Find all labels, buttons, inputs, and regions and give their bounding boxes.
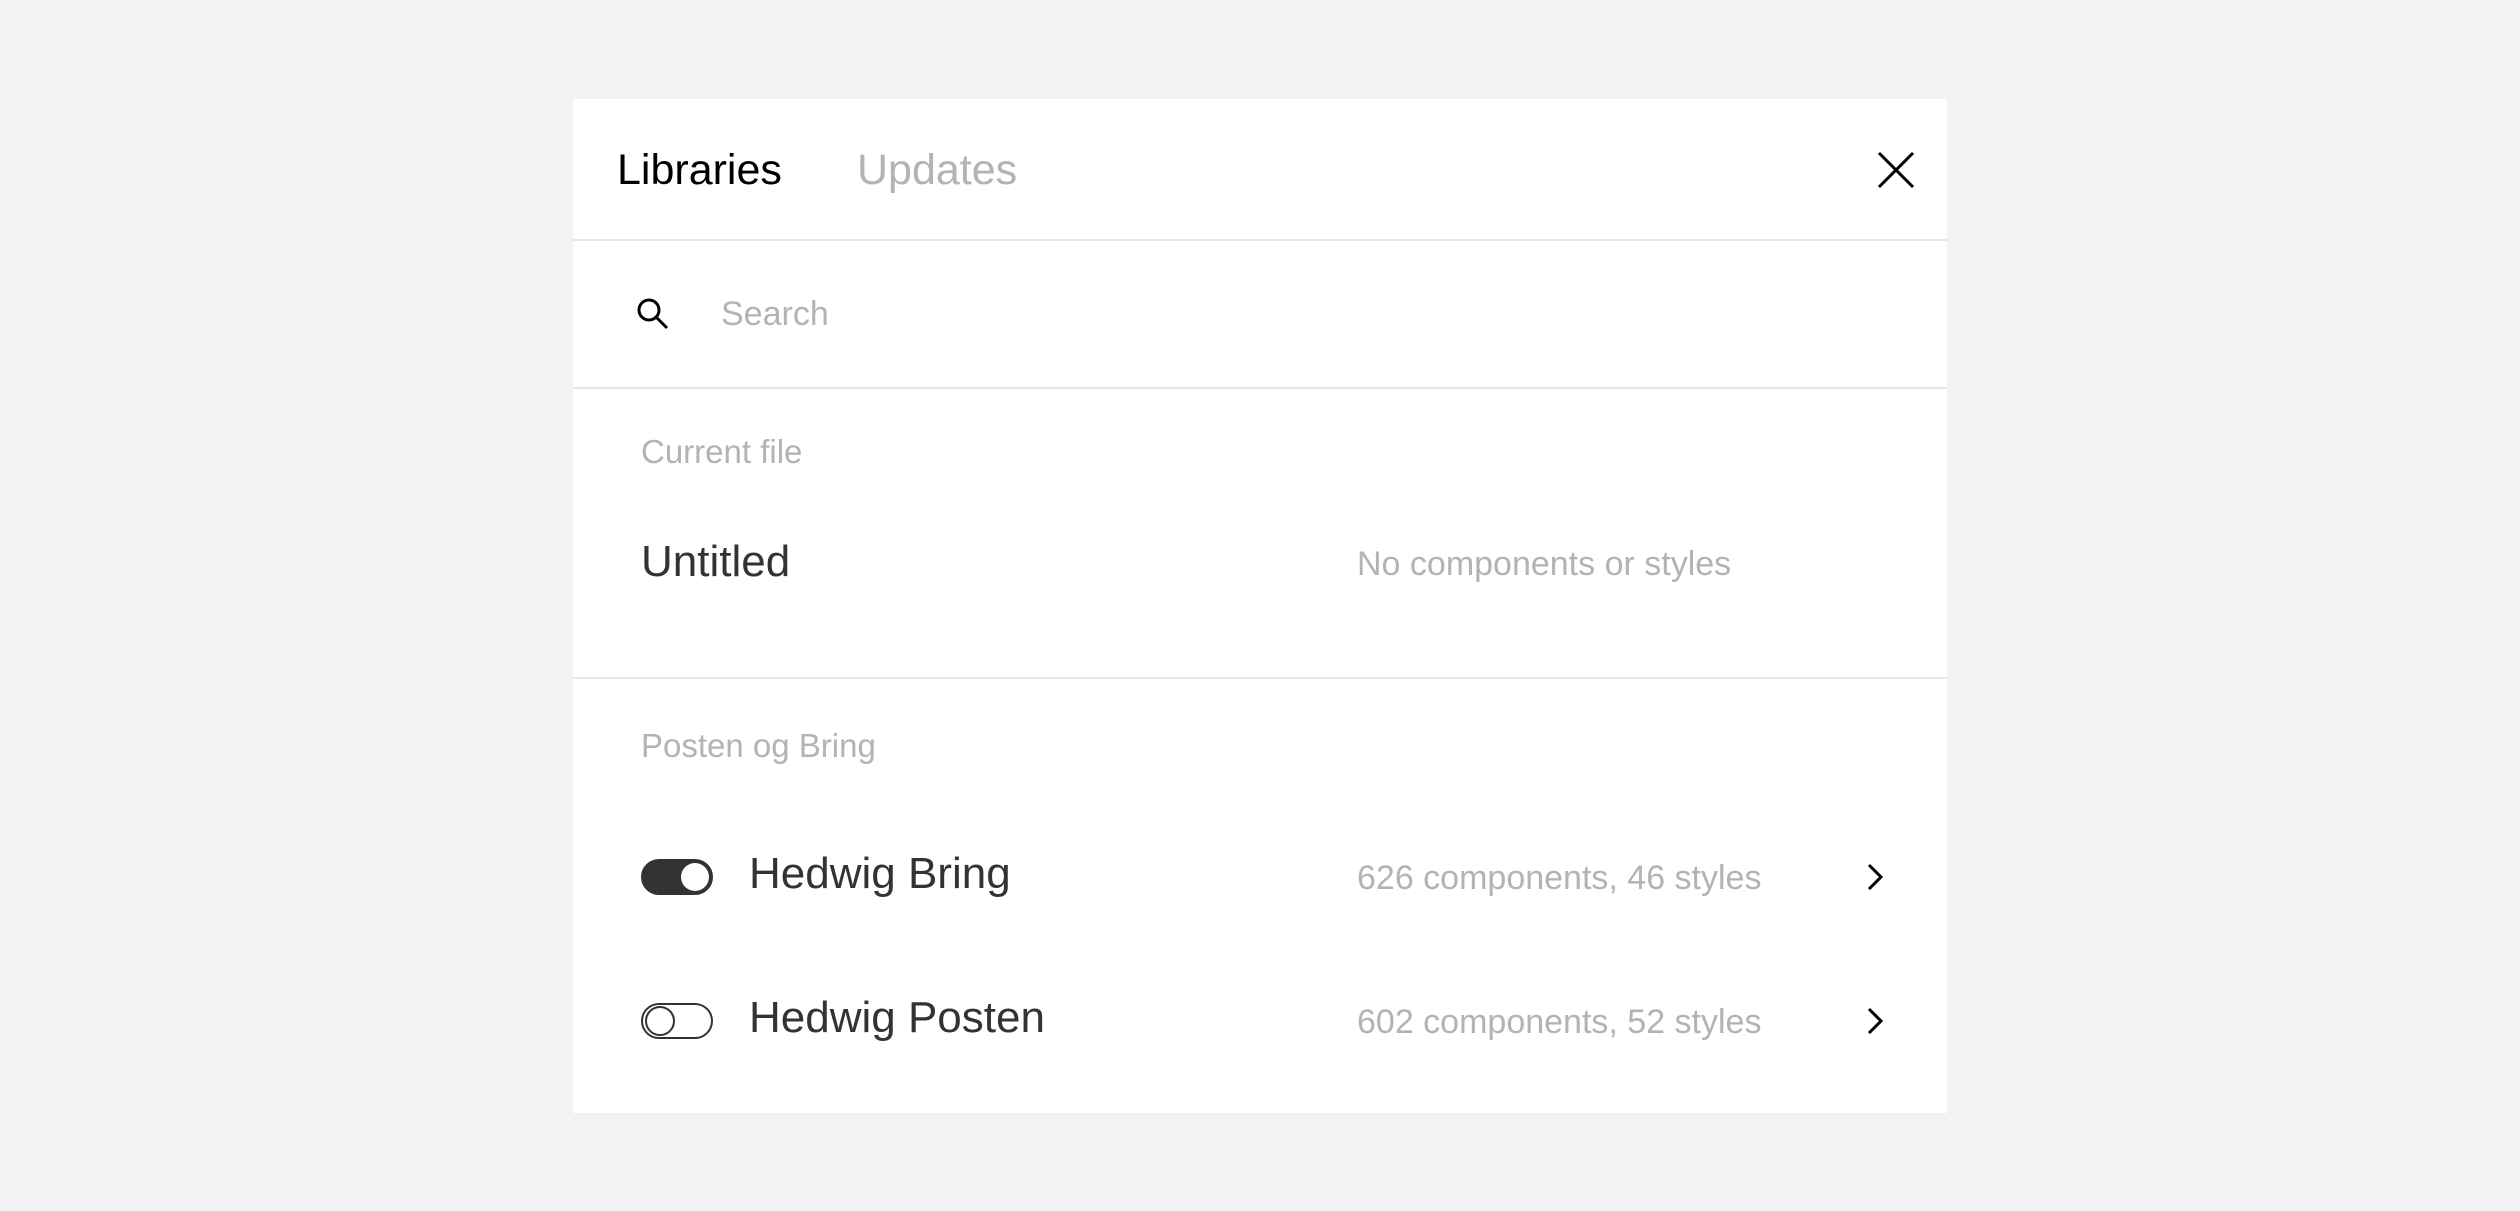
tab-libraries[interactable]: Libraries — [617, 143, 782, 197]
team-library-section: Posten og Bring Hedwig Bring 626 compone… — [573, 679, 1947, 1111]
library-name: Hedwig Posten — [749, 993, 1045, 1042]
library-row-hedwig-posten[interactable]: Hedwig Posten 602 components, 52 styles — [573, 971, 1947, 1071]
chevron-right-icon[interactable] — [1859, 861, 1891, 893]
current-file-meta: No components or styles — [1357, 545, 1732, 583]
toggle-knob — [645, 1006, 675, 1036]
section-label-current-file: Current file — [641, 433, 803, 470]
current-file-section: Current file Untitled No components or s… — [573, 389, 1947, 679]
section-label-team: Posten og Bring — [641, 727, 876, 764]
search-input[interactable] — [721, 285, 1881, 343]
tab-updates[interactable]: Updates — [857, 143, 1017, 197]
library-meta: 602 components, 52 styles — [1357, 1003, 1762, 1041]
libraries-dialog: Libraries Updates Current file Untitled … — [573, 99, 1947, 1113]
current-file-name: Untitled — [641, 537, 791, 586]
search-bar — [573, 241, 1947, 389]
library-meta: 626 components, 46 styles — [1357, 859, 1762, 897]
close-icon — [1877, 151, 1915, 189]
library-row-hedwig-bring[interactable]: Hedwig Bring 626 components, 46 styles — [573, 827, 1947, 927]
chevron-right-icon[interactable] — [1859, 1005, 1891, 1037]
library-toggle[interactable] — [641, 859, 713, 895]
library-toggle[interactable] — [641, 1003, 713, 1039]
close-button[interactable] — [1869, 143, 1923, 197]
toggle-knob — [681, 863, 709, 891]
library-name: Hedwig Bring — [749, 849, 1011, 898]
dialog-header: Libraries Updates — [573, 99, 1947, 241]
search-icon — [637, 298, 669, 330]
